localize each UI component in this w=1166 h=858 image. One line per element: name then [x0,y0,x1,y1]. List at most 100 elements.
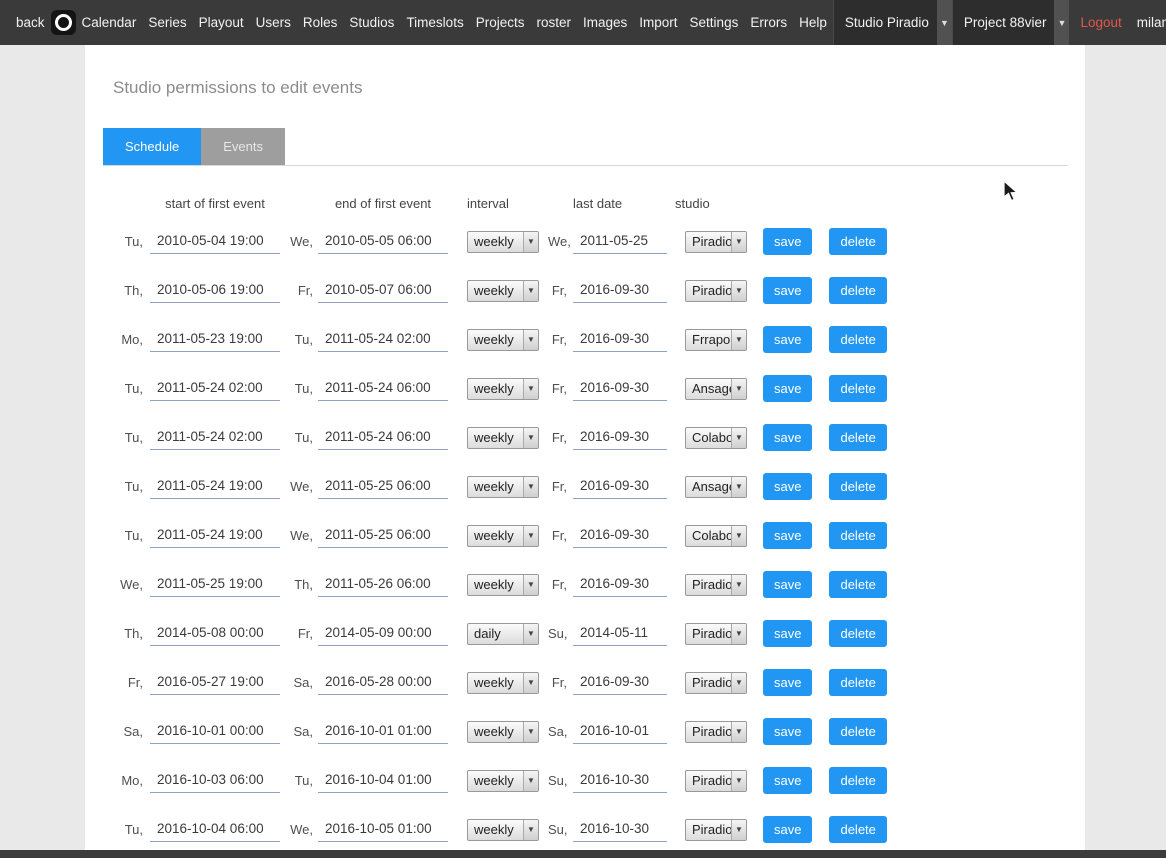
tab-events[interactable]: Events [201,128,285,165]
end-input[interactable] [318,720,448,744]
save-button[interactable]: save [763,571,812,598]
tab-schedule[interactable]: Schedule [103,128,201,165]
studio-select[interactable]: Piradio ▼ [685,623,747,645]
back-link[interactable]: back [0,0,51,45]
last-date-input[interactable] [573,671,667,695]
delete-button[interactable]: delete [829,620,886,647]
studio-select[interactable]: Piradio ▼ [685,231,747,253]
start-input[interactable] [150,524,280,548]
studio-select[interactable]: Piradio ▼ [685,672,747,694]
studio-select[interactable]: Colabo ▼ [685,525,747,547]
save-button[interactable]: save [763,228,812,255]
end-input[interactable] [318,524,448,548]
delete-button[interactable]: delete [829,669,886,696]
interval-select[interactable]: weekly ▼ [467,476,539,498]
end-input[interactable] [318,279,448,303]
last-date-input[interactable] [573,769,667,793]
last-date-input[interactable] [573,230,667,254]
nav-item-playout[interactable]: Playout [193,0,250,45]
start-input[interactable] [150,818,280,842]
studio-select[interactable]: Ansage ▼ [685,378,747,400]
last-date-input[interactable] [573,818,667,842]
studio-select[interactable]: Frrapo ▼ [685,329,747,351]
start-input[interactable] [150,426,280,450]
studio-dropdown[interactable]: Studio Piradio ▼ [833,0,952,45]
start-input[interactable] [150,279,280,303]
nav-item-calendar[interactable]: Calendar [76,0,143,45]
last-date-input[interactable] [573,279,667,303]
delete-button[interactable]: delete [829,473,886,500]
nav-item-import[interactable]: Import [633,0,683,45]
end-input[interactable] [318,769,448,793]
studio-select[interactable]: Piradio ▼ [685,721,747,743]
start-input[interactable] [150,377,280,401]
last-date-input[interactable] [573,622,667,646]
interval-select[interactable]: weekly ▼ [467,427,539,449]
save-button[interactable]: save [763,767,812,794]
interval-select[interactable]: weekly ▼ [467,280,539,302]
end-input[interactable] [318,818,448,842]
nav-item-projects[interactable]: Projects [470,0,531,45]
interval-select[interactable]: weekly ▼ [467,378,539,400]
last-date-input[interactable] [573,475,667,499]
save-button[interactable]: save [763,522,812,549]
start-input[interactable] [150,328,280,352]
start-input[interactable] [150,475,280,499]
nav-item-roster[interactable]: roster [530,0,577,45]
end-input[interactable] [318,475,448,499]
interval-select[interactable]: weekly ▼ [467,525,539,547]
delete-button[interactable]: delete [829,424,886,451]
delete-button[interactable]: delete [829,277,886,304]
save-button[interactable]: save [763,620,812,647]
studio-select[interactable]: Piradio ▼ [685,574,747,596]
nav-item-help[interactable]: Help [793,0,833,45]
delete-button[interactable]: delete [829,326,886,353]
delete-button[interactable]: delete [829,767,886,794]
studio-select[interactable]: Colabo ▼ [685,427,747,449]
nav-item-series[interactable]: Series [142,0,192,45]
start-input[interactable] [150,769,280,793]
interval-select[interactable]: weekly ▼ [467,819,539,841]
save-button[interactable]: save [763,473,812,500]
interval-select[interactable]: weekly ▼ [467,770,539,792]
end-input[interactable] [318,622,448,646]
studio-select[interactable]: Ansage ▼ [685,476,747,498]
interval-select[interactable]: weekly ▼ [467,721,539,743]
nav-item-studios[interactable]: Studios [343,0,400,45]
nav-item-settings[interactable]: Settings [684,0,745,45]
app-logo-icon[interactable] [51,0,76,45]
delete-button[interactable]: delete [829,375,886,402]
start-input[interactable] [150,230,280,254]
save-button[interactable]: save [763,718,812,745]
nav-item-timeslots[interactable]: Timeslots [400,0,469,45]
delete-button[interactable]: delete [829,228,886,255]
delete-button[interactable]: delete [829,571,886,598]
last-date-input[interactable] [573,377,667,401]
end-input[interactable] [318,230,448,254]
last-date-input[interactable] [573,524,667,548]
start-input[interactable] [150,671,280,695]
logout-link[interactable]: Logout [1069,0,1132,45]
start-input[interactable] [150,720,280,744]
last-date-input[interactable] [573,426,667,450]
project-dropdown[interactable]: Project 88vier ▼ [952,0,1070,45]
start-input[interactable] [150,622,280,646]
studio-select[interactable]: Piradio ▼ [685,280,747,302]
nav-item-roles[interactable]: Roles [297,0,344,45]
studio-select[interactable]: Piradio ▼ [685,819,747,841]
nav-item-errors[interactable]: Errors [744,0,793,45]
end-input[interactable] [318,328,448,352]
nav-item-users[interactable]: Users [250,0,297,45]
studio-select[interactable]: Piradio ▼ [685,770,747,792]
last-date-input[interactable] [573,720,667,744]
save-button[interactable]: save [763,669,812,696]
save-button[interactable]: save [763,375,812,402]
nav-item-images[interactable]: Images [577,0,633,45]
delete-button[interactable]: delete [829,522,886,549]
end-input[interactable] [318,671,448,695]
start-input[interactable] [150,573,280,597]
last-date-input[interactable] [573,328,667,352]
interval-select[interactable]: weekly ▼ [467,672,539,694]
interval-select[interactable]: daily ▼ [467,623,539,645]
save-button[interactable]: save [763,326,812,353]
